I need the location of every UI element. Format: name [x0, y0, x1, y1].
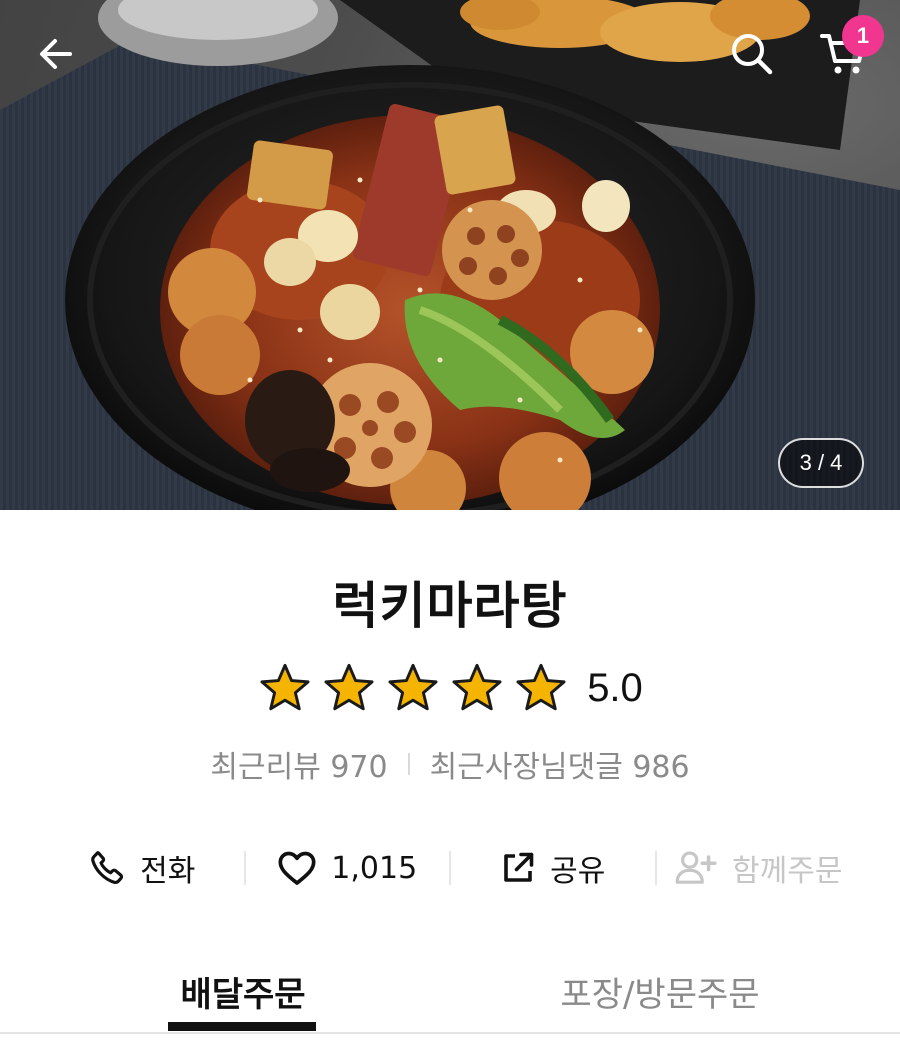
add-person-icon — [675, 851, 717, 884]
tab-delivery[interactable]: 배달주문 — [160, 950, 326, 1032]
like-button[interactable]: 1,015 — [246, 849, 450, 887]
star-icon — [513, 662, 569, 714]
star-rating — [257, 662, 569, 714]
star-icon — [449, 662, 505, 714]
search-button[interactable] — [722, 26, 782, 82]
rating-row[interactable]: 5.0 — [0, 658, 900, 718]
group-order-label: 함께주문 — [732, 854, 843, 889]
star-icon — [385, 662, 441, 714]
order-type-tabs: 배달주문 포장/방문주문 — [0, 950, 900, 1036]
review-stats[interactable]: 최근리뷰 970 최근사장님댓글 986 — [0, 742, 900, 786]
tab-pickup[interactable]: 포장/방문주문 — [520, 950, 800, 1032]
back-button[interactable] — [28, 26, 84, 82]
divider — [0, 1032, 900, 1034]
share-label: 공유 — [550, 854, 606, 889]
call-label: 전화 — [140, 854, 196, 889]
star-icon — [321, 662, 377, 714]
divider — [407, 753, 410, 775]
share-icon — [504, 852, 534, 882]
cart-count-badge: 1 — [842, 15, 884, 57]
heart-icon — [278, 851, 316, 885]
like-count: 1,015 — [331, 850, 418, 886]
call-button[interactable]: 전화 — [40, 846, 244, 890]
gallery-page-indicator: 3 / 4 — [778, 438, 864, 488]
star-icon — [257, 662, 313, 714]
share-button[interactable]: 공유 — [451, 846, 655, 890]
action-bar: 전화 1,015 공유 함께주문 — [40, 836, 860, 900]
hero-image[interactable]: 1 3 / 4 — [0, 0, 900, 510]
group-order-button[interactable]: 함께주문 — [657, 846, 861, 890]
rating-value: 5.0 — [587, 665, 643, 710]
arrow-left-icon — [40, 39, 72, 69]
search-icon — [732, 34, 773, 75]
active-tab-indicator — [168, 1022, 316, 1031]
owner-replies-link[interactable]: 최근사장님댓글 986 — [430, 742, 690, 786]
store-name: 럭키마라탕 — [332, 577, 568, 635]
phone-icon — [91, 851, 124, 885]
recent-reviews-link[interactable]: 최근리뷰 970 — [210, 742, 387, 786]
